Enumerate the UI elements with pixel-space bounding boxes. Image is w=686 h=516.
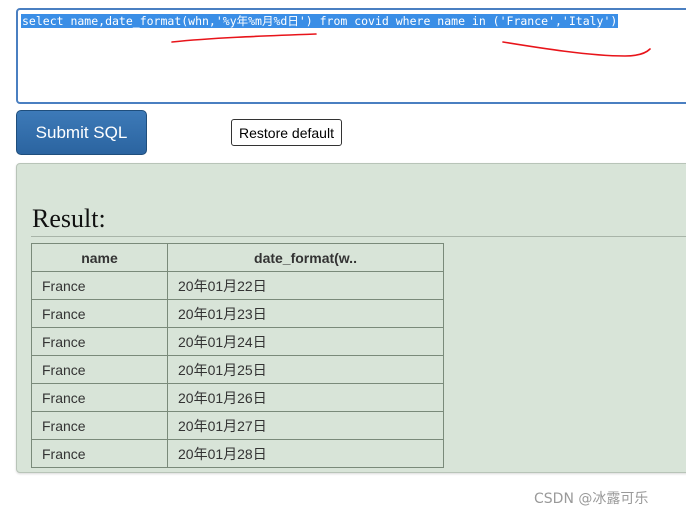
table-row: France 20年01月28日 bbox=[31, 439, 444, 468]
submit-sql-button[interactable]: Submit SQL bbox=[16, 110, 147, 155]
column-header-name: name bbox=[31, 243, 168, 272]
cell-name: France bbox=[31, 355, 168, 384]
cell-name: France bbox=[31, 299, 168, 328]
cell-name: France bbox=[31, 411, 168, 440]
table-row: France 20年01月22日 bbox=[31, 271, 444, 300]
cell-name: France bbox=[31, 271, 168, 300]
cell-name: France bbox=[31, 383, 168, 412]
sqlzoo-page: select name,date_format(whn,'%y年%m月%d日')… bbox=[0, 0, 686, 516]
cell-name: France bbox=[31, 439, 168, 468]
result-divider bbox=[31, 236, 686, 237]
sql-editor[interactable]: select name,date_format(whn,'%y年%m月%d日')… bbox=[16, 8, 686, 104]
cell-date: 20年01月28日 bbox=[167, 439, 444, 468]
column-header-date-format: date_format(w.. bbox=[167, 243, 444, 272]
table-row: France 20年01月26日 bbox=[31, 383, 444, 412]
cell-date: 20年01月24日 bbox=[167, 327, 444, 356]
cell-date: 20年01月22日 bbox=[167, 271, 444, 300]
table-row: France 20年01月23日 bbox=[31, 299, 444, 328]
table-row: France 20年01月27日 bbox=[31, 411, 444, 440]
table-header-row: name date_format(w.. bbox=[31, 243, 444, 272]
csdn-watermark: CSDN @冰露可乐 bbox=[534, 491, 649, 507]
restore-default-button[interactable]: Restore default bbox=[231, 119, 342, 146]
result-title: Result: bbox=[32, 204, 106, 233]
table-row: France 20年01月24日 bbox=[31, 327, 444, 356]
cell-name: France bbox=[31, 327, 168, 356]
cell-date: 20年01月26日 bbox=[167, 383, 444, 412]
sql-editor-text[interactable]: select name,date_format(whn,'%y年%m月%d日')… bbox=[21, 14, 619, 28]
result-panel: Result: name date_format(w.. France 20年0… bbox=[16, 163, 686, 473]
table-row: France 20年01月25日 bbox=[31, 355, 444, 384]
cell-date: 20年01月23日 bbox=[167, 299, 444, 328]
cell-date: 20年01月27日 bbox=[167, 411, 444, 440]
cell-date: 20年01月25日 bbox=[167, 355, 444, 384]
result-table: name date_format(w.. France 20年01月22日 Fr… bbox=[31, 243, 444, 468]
